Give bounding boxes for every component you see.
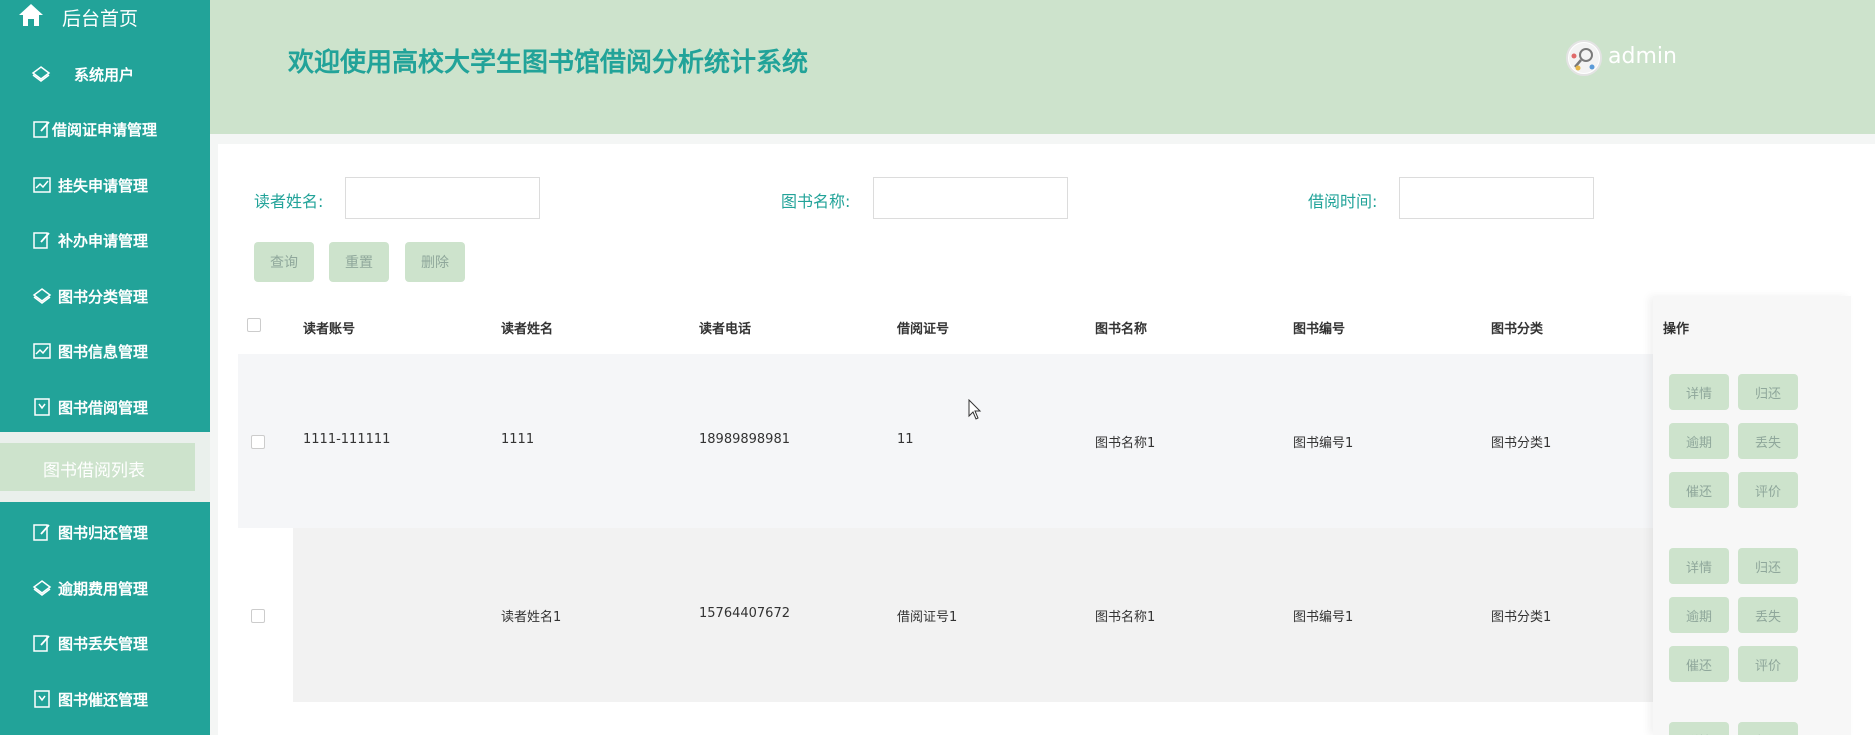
sidebar-item-label: 图书分类管理 [58,288,149,306]
cell-book-category: 图书分类1 [1491,610,1552,625]
sidebar-item-reissue-apply[interactable]: 补办申请管理 [0,218,210,262]
query-button[interactable]: 查询 [254,242,314,282]
detail-button[interactable]: 详情 [1669,374,1729,410]
urge-button[interactable]: 催还 [1669,472,1729,508]
sidebar-item-label: 后台首页 [62,8,139,30]
col-reader-account: 读者账号 [303,322,356,337]
return-button[interactable]: 归还 [1738,548,1798,584]
sidebar-item-book-return[interactable]: 图书归还管理 [0,510,210,554]
detail-button[interactable]: 详情 [1669,722,1729,735]
mouse-cursor-icon [968,399,982,420]
bookmark-icon [34,398,50,416]
col-book-name: 图书名称 [1095,322,1148,337]
reset-button[interactable]: 重置 [329,242,389,282]
username[interactable]: admin [1608,44,1677,69]
book-name-input[interactable] [873,177,1068,219]
edit-icon [33,635,50,652]
page-title: 欢迎使用高校大学生图书馆借阅分析统计系统 [288,48,809,78]
borrow-time-label: 借阅时间: [1308,192,1378,211]
cell-card-number: 借阅证号1 [897,610,958,625]
cell-reader-phone: 18989898981 [699,432,790,447]
table-row: 1111-111111 1111 18989898981 11 图书名称1 图书… [238,354,1851,528]
col-book-category: 图书分类 [1491,322,1544,337]
col-reader-phone: 读者电话 [699,322,752,337]
sidebar-submenu: 图书借阅列表 [0,432,210,502]
sidebar-item-label: 图书借阅管理 [58,399,149,417]
sidebar-item-label: 挂失申请管理 [58,177,149,195]
sidebar: 后台首页 系统用户 借阅证申请管理 挂失申请管理 补办申请管理 图书分类管理 图… [0,0,210,735]
sidebar-subitem-borrow-list[interactable]: 图书借阅列表 [0,443,195,491]
sidebar-item-book-info[interactable]: 图书信息管理 [0,329,210,373]
diamond-icon [32,580,52,596]
cell-book-code: 图书编号1 [1293,610,1354,625]
table-header: 读者账号 读者姓名 读者电话 借阅证号 图书名称 图书编号 图书分类 [238,296,1851,354]
sidebar-item-label: 逾期费用管理 [58,580,149,598]
diamond-icon [32,288,52,304]
avatar[interactable] [1566,40,1602,76]
col-reader-name: 读者姓名 [501,322,554,337]
header: 欢迎使用高校大学生图书馆借阅分析统计系统 admin [210,0,1875,134]
sidebar-item-label: 图书信息管理 [58,343,149,361]
sidebar-item-label: 图书丢失管理 [58,635,149,653]
col-operations: 操作 [1663,322,1690,337]
sidebar-item-system-users[interactable]: 系统用户 [0,52,210,96]
operations-column: 操作 详情 归还 逾期 丢失 催还 评价 详情 归还 逾期 丢失 催还 评价 详… [1653,296,1851,735]
sidebar-item-loss-apply[interactable]: 挂失申请管理 [0,163,210,207]
book-name-label: 图书名称: [781,192,851,211]
sidebar-item-book-borrow[interactable]: 图书借阅管理 [0,385,210,429]
cell-reader-name: 1111 [501,432,535,447]
cell-reader-name: 读者姓名1 [501,610,562,625]
review-button[interactable]: 评价 [1738,472,1798,508]
lost-button[interactable]: 丢失 [1738,423,1798,459]
sidebar-item-overdue-fee[interactable]: 逾期费用管理 [0,566,210,610]
col-book-code: 图书编号 [1293,322,1346,337]
sidebar-subitem-label: 图书借阅列表 [43,461,145,481]
reader-name-input[interactable] [345,177,540,219]
borrow-time-input[interactable] [1399,177,1594,219]
delete-button[interactable]: 删除 [405,242,465,282]
return-button[interactable]: 归还 [1738,374,1798,410]
sidebar-item-label: 借阅证申请管理 [52,121,158,139]
sidebar-item-label: 系统用户 [74,66,135,84]
urge-button[interactable]: 催还 [1669,646,1729,682]
edit-icon [33,232,50,249]
overdue-button[interactable]: 逾期 [1669,423,1729,459]
cell-book-name: 图书名称1 [1095,436,1156,451]
cell-book-code: 图书编号1 [1293,436,1354,451]
detail-button[interactable]: 详情 [1669,548,1729,584]
diamond-icon [31,66,51,82]
col-card-number: 借阅证号 [897,322,950,337]
main-content: 读者姓名: 图书名称: 借阅时间: 查询 重置 删除 读者账号 读者姓名 读者电… [218,144,1875,735]
cell-book-name: 图书名称1 [1095,610,1156,625]
table-row: 读者姓名1 15764407672 借阅证号1 图书名称1 图书编号1 图书分类… [238,528,1851,702]
lost-button[interactable]: 丢失 [1738,597,1798,633]
chart-icon [33,343,51,359]
sidebar-item-book-category[interactable]: 图书分类管理 [0,274,210,318]
edit-icon [33,121,50,138]
sidebar-item-label: 图书归还管理 [58,524,149,542]
sidebar-item-card-apply[interactable]: 借阅证申请管理 [0,107,210,151]
sidebar-item-book-urge[interactable]: 图书催还管理 [0,677,210,721]
sidebar-item-book-lost[interactable]: 图书丢失管理 [0,621,210,665]
cell-reader-phone: 15764407672 [699,606,790,621]
cell-book-category: 图书分类1 [1491,436,1552,451]
review-button[interactable]: 评价 [1738,646,1798,682]
bookmark-icon [34,690,50,708]
return-button[interactable]: 归还 [1738,722,1798,735]
home-icon [19,4,43,26]
overdue-button[interactable]: 逾期 [1669,597,1729,633]
cell-reader-account: 1111-111111 [303,432,391,447]
sidebar-item-label: 补办申请管理 [58,232,149,250]
chart-icon [33,177,51,193]
edit-icon [33,524,50,541]
row-checkbox[interactable] [251,435,265,449]
sidebar-item-home[interactable]: 后台首页 [0,0,210,32]
avatar-icon [1569,43,1599,73]
select-all-checkbox[interactable] [247,318,261,332]
cell-card-number: 11 [897,432,914,447]
reader-name-label: 读者姓名: [254,192,324,211]
sidebar-item-label: 图书催还管理 [58,691,149,709]
row-checkbox[interactable] [251,609,265,623]
